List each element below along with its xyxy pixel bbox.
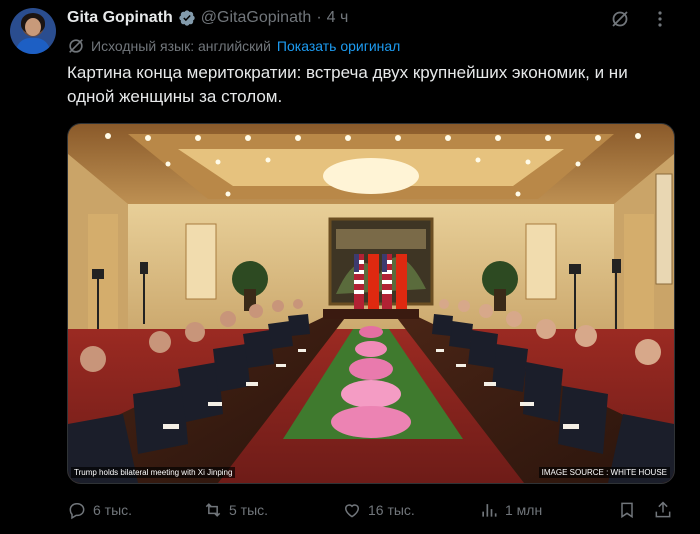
like-icon	[344, 504, 360, 518]
translate-icon	[69, 39, 83, 53]
views-button[interactable]: 1 млн	[479, 498, 542, 522]
author-avatar[interactable]	[10, 8, 56, 54]
repost-button[interactable]: 5 тыс.	[203, 498, 268, 522]
verified-badge-icon	[179, 10, 195, 26]
photo-source: IMAGE SOURCE : WHITE HOUSE	[538, 467, 670, 478]
tweet-header: Gita Gopinath @GitaGopinath · 4 ч	[67, 9, 348, 27]
meeting-photo	[68, 124, 674, 483]
separator-dot: ·	[316, 9, 322, 26]
author-handle[interactable]: @GitaGopinath	[201, 9, 312, 27]
tweet-actions-bar: 6 тыс. 5 тыс. 16 тыс. 1 млн	[67, 498, 673, 522]
reply-button[interactable]: 6 тыс.	[67, 498, 132, 522]
views-count: 1 млн	[505, 502, 543, 518]
tweet-text: Картина конца меритократии: встреча двух…	[67, 63, 628, 106]
tweet-top-actions	[610, 9, 670, 29]
photo-caption: Trump holds bilateral meeting with Xi Ji…	[71, 467, 236, 478]
tweet-timestamp[interactable]: 4 ч	[327, 9, 349, 27]
author-name[interactable]: Gita Gopinath	[67, 9, 173, 27]
tweet-photo[interactable]: Trump holds bilateral meeting with Xi Ji…	[67, 123, 675, 484]
grok-icon[interactable]	[610, 9, 630, 29]
bookmark-button[interactable]	[617, 498, 637, 522]
reply-count: 6 тыс.	[93, 502, 133, 518]
share-icon	[655, 501, 671, 518]
repost-icon	[205, 503, 221, 517]
like-count: 16 тыс.	[368, 502, 415, 518]
repost-count: 5 тыс.	[229, 502, 269, 518]
views-icon	[482, 504, 497, 517]
translation-bar: Исходный язык: английский Показать ориги…	[67, 37, 400, 55]
share-button[interactable]	[653, 498, 673, 522]
more-icon[interactable]	[650, 9, 670, 29]
reply-icon	[69, 503, 85, 520]
like-button[interactable]: 16 тыс.	[342, 498, 415, 522]
show-original-link[interactable]: Показать оригинал	[277, 38, 400, 54]
translation-note: Исходный язык: английский	[91, 38, 271, 54]
bookmark-icon	[621, 502, 633, 519]
